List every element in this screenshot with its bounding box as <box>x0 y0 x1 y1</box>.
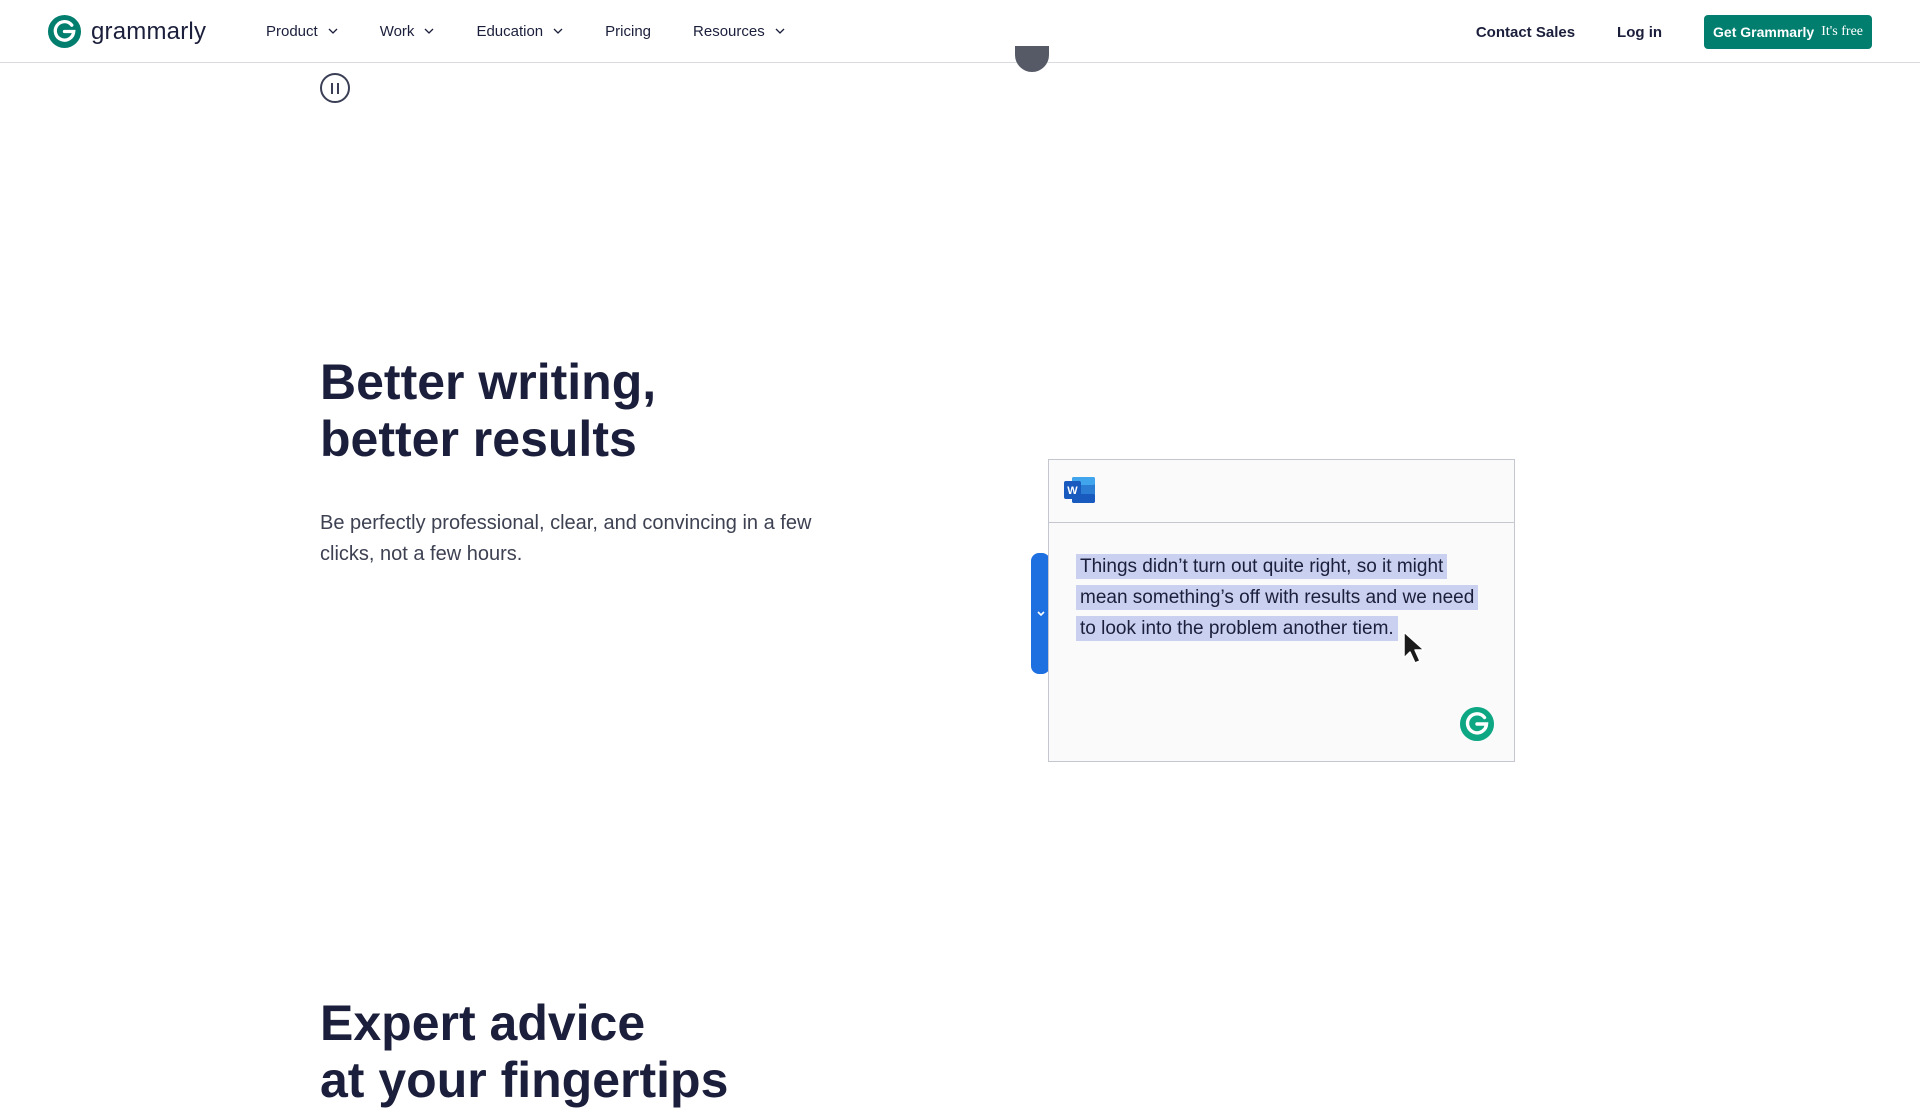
hero-title-line2: better results <box>320 411 637 467</box>
menu-item-label: Resources <box>693 22 765 40</box>
menu-item-label: Pricing <box>605 22 652 40</box>
grammarly-logo[interactable]: grammarly <box>47 14 206 49</box>
word-document-demo: W Things didn’t turn out quite right, so… <box>1048 459 1515 762</box>
microsoft-word-icon: W <box>1064 477 1095 503</box>
section-title-expert-advice: Expert advice at your fingertips <box>320 995 728 1109</box>
menu-item-education[interactable]: Education <box>476 23 563 40</box>
section-title-line2: at your fingertips <box>320 1052 729 1108</box>
pause-button[interactable] <box>320 73 350 103</box>
cta-free-label: It's free <box>1821 24 1863 39</box>
mouse-cursor-icon <box>1403 631 1425 664</box>
contact-sales-link[interactable]: Contact Sales <box>1476 24 1575 41</box>
menu-item-work[interactable]: Work <box>380 23 435 40</box>
pause-icon-bar <box>337 82 339 94</box>
log-in-link[interactable]: Log in <box>1617 24 1662 41</box>
menu-item-resources[interactable]: Resources <box>693 23 785 40</box>
chevron-down-icon <box>424 28 434 34</box>
cta-label: Get Grammarly <box>1713 24 1815 40</box>
hero-title-line1: Better writing, <box>320 354 657 410</box>
chevron-down-icon <box>553 28 563 34</box>
menu-item-pricing[interactable]: Pricing <box>605 23 651 40</box>
menu-item-product[interactable]: Product <box>266 23 338 40</box>
chevron-down-icon <box>1036 610 1045 616</box>
grammarly-g-icon[interactable] <box>1459 706 1495 742</box>
svg-text:W: W <box>1067 485 1078 497</box>
nav-actions: Contact Sales Log in Get Grammarly It's … <box>1476 15 1872 49</box>
main-menu: Product Work Education Pricing Resources <box>266 0 827 62</box>
demo-text: Things didn’t turn out quite right, so i… <box>1076 554 1479 641</box>
pause-icon <box>331 82 333 94</box>
grammarly-g-icon <box>47 14 82 49</box>
carousel-indicator[interactable] <box>1015 46 1049 72</box>
hero-subtitle: Be perfectly professional, clear, and co… <box>320 512 812 565</box>
get-grammarly-button[interactable]: Get Grammarly It's free <box>1704 15 1872 49</box>
document-toolbar: W <box>1049 460 1514 523</box>
chevron-down-icon <box>328 28 338 34</box>
menu-item-label: Education <box>476 22 544 40</box>
menu-item-label: Work <box>379 22 415 40</box>
top-navigation: grammarly Product Work Education Pricing… <box>0 0 1920 63</box>
brand-name: grammarly <box>91 17 207 45</box>
section-title-line1: Expert advice <box>320 995 646 1051</box>
menu-item-label: Product <box>266 22 318 40</box>
hero-title: Better writing, better results <box>320 354 656 468</box>
chevron-down-icon <box>775 28 785 34</box>
